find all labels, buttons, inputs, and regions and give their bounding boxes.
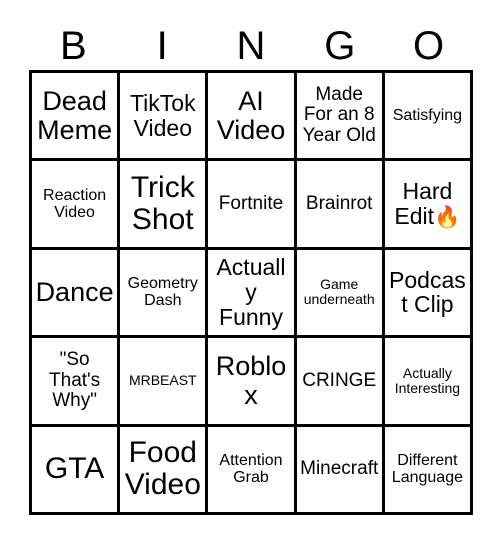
bingo-cell-r2-c1[interactable]: Reaction Video <box>32 161 121 250</box>
bingo-cell-label: Actually Interesting <box>394 364 461 396</box>
bingo-cell-label: CRINGE <box>302 369 377 391</box>
bingo-cell-r3-c2[interactable]: Geometry Dash <box>120 249 209 339</box>
bingo-cell-r1-c5[interactable]: Satisfying <box>384 73 473 162</box>
bingo-cell-r1-c1[interactable]: Dead Meme <box>32 73 121 162</box>
bingo-cell-label: Trick Shot <box>130 170 195 237</box>
bingo-cell-r2-c4[interactable]: Brainrot <box>296 161 385 250</box>
bingo-cell-label: TikTok Video <box>129 89 196 141</box>
bingo-grid: Dead Meme TikTok Video AI Video Made For an… <box>29 70 473 515</box>
bingo-cell-label: Dead Meme <box>37 85 113 145</box>
bingo-cell-label: Game underneath <box>303 276 375 308</box>
bingo-cell-label: Hard Edit🔥 <box>394 178 461 230</box>
bingo-cell-r5-c2[interactable]: Food Video <box>120 426 209 515</box>
bingo-cell-r1-c3[interactable]: AI Video <box>208 73 297 162</box>
bingo-cell-r4-c1[interactable]: "So That's Why" <box>32 338 121 427</box>
bingo-cell-label: Brainrot <box>305 192 373 214</box>
bingo-cell-r4-c2[interactable]: MRBEAST <box>120 338 209 427</box>
bingo-cell-r3-c5[interactable]: Podcast Clip <box>384 249 473 339</box>
bingo-cell-r4-c3[interactable]: Roblox <box>208 338 297 427</box>
bingo-cell-r2-c5[interactable]: Hard Edit🔥 <box>384 161 473 250</box>
bingo-cell-r5-c4[interactable]: Minecraft <box>296 426 385 515</box>
bingo-cell-label: Attention Grab <box>219 452 283 487</box>
bingo-cell-r1-c2[interactable]: TikTok Video <box>120 73 209 162</box>
bingo-cell-label: Roblox <box>215 350 287 410</box>
bingo-cell-r2-c2[interactable]: Trick Shot <box>120 161 209 250</box>
bingo-cell-r1-c4[interactable]: Made For an 8 Year Old <box>296 73 385 162</box>
bingo-cell-label: Dance <box>35 276 114 307</box>
bingo-cell-r5-c5[interactable]: Different Language <box>384 426 473 515</box>
bingo-cell-r3-c3[interactable]: Actually Funny <box>208 249 297 339</box>
bingo-cell-r4-c5[interactable]: Actually Interesting <box>384 338 473 427</box>
bingo-cell-r3-c1[interactable]: Dance <box>32 249 121 339</box>
bingo-cell-label: Food Video <box>124 435 201 502</box>
bingo-cell-label: Geometry Dash <box>127 275 198 310</box>
bingo-cell-r5-c1[interactable]: GTA <box>32 426 121 515</box>
bingo-cell-label: Fortnite <box>218 192 284 214</box>
bingo-cell-r4-c4[interactable]: CRINGE <box>296 338 385 427</box>
bingo-cell-r3-c4[interactable]: Game underneath <box>296 249 385 339</box>
bingo-cell-label: GTA <box>44 452 105 486</box>
bingo-cell-label: Satisfying <box>392 107 463 125</box>
bingo-cell-r5-c3[interactable]: Attention Grab <box>208 426 297 515</box>
bingo-header-letter-3: G <box>324 24 356 68</box>
bingo-cell-label: Actually Funny <box>216 254 286 330</box>
bingo-header-letter-4: O <box>413 24 445 68</box>
bingo-header-letter-2: N <box>236 24 266 68</box>
fire-icon: 🔥 <box>434 204 461 230</box>
bingo-cell-label: Podcast Clip <box>389 266 466 318</box>
bingo-header-row: BINGO <box>29 22 473 70</box>
bingo-cell-label: AI Video <box>216 85 286 145</box>
bingo-cell-label: Reaction Video <box>43 186 107 222</box>
bingo-cell-label: Different Language <box>391 452 463 487</box>
bingo-cell-r2-c3[interactable]: Fortnite <box>208 161 297 250</box>
bingo-header-letter-0: B <box>60 24 87 68</box>
bingo-cell-label: Minecraft <box>300 458 379 480</box>
bingo-cell-label: Made For an 8 Year Old <box>302 83 376 146</box>
bingo-card: B I N G O Dead Meme TikTok Video AI Video Made … <box>0 0 501 544</box>
bingo-cell-label: "So That's Why" <box>49 349 101 412</box>
bingo-header-letter-1: I <box>156 24 168 68</box>
bingo-cell-label: MRBEAST <box>128 372 197 389</box>
